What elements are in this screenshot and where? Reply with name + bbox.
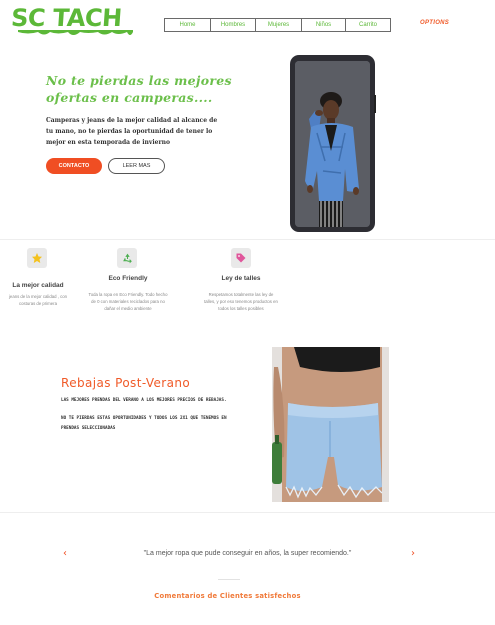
promo-title: Rebajas Post-Verano xyxy=(61,376,191,390)
testimonial-prev-arrow[interactable]: ‹ xyxy=(63,548,67,559)
hero-title-line-2: ofertas en camperas.... xyxy=(46,90,213,105)
promo-text-line-2: NO TE PIERDAS ESTAS OPORTUNIDADES Y TODO… xyxy=(61,416,227,431)
hero-title: No te pierdas las mejores ofertas en cam… xyxy=(46,72,246,106)
nav-item-home[interactable]: Home xyxy=(164,18,210,32)
main-nav: Home Hombres Mujeres Niños Carrito xyxy=(164,18,391,32)
nav-item-ninos[interactable]: Niños xyxy=(301,18,345,32)
feature-sizes xyxy=(231,248,251,268)
hero-title-line-1: No te pierdas las mejores xyxy=(46,73,232,88)
testimonial-next-arrow[interactable]: › xyxy=(411,548,415,559)
promo-text-line-1: LAS MEJORES PRENDAS DEL VERANO A LOS MEJ… xyxy=(61,398,227,403)
nav-item-mujeres[interactable]: Mujeres xyxy=(255,18,301,32)
nav-item-carrito[interactable]: Carrito xyxy=(345,18,391,32)
hero-description: Camperas y jeans de la mejor calidad al … xyxy=(46,117,218,146)
star-icon xyxy=(27,248,47,268)
feature-title-eco: Eco Friendly xyxy=(108,275,148,282)
testimonials-title: Comentarios de Clientes satisfechos xyxy=(154,592,301,600)
denim-jacket-model-illustration xyxy=(295,61,370,227)
hero-model-image xyxy=(295,61,370,227)
options-link[interactable]: OPTIONS xyxy=(420,20,449,26)
tag-icon xyxy=(231,248,251,268)
feature-text-sizes: Respetamos totalmente las ley de talles,… xyxy=(204,292,278,311)
read-more-button[interactable]: LEER MAS xyxy=(108,158,165,174)
logo-drip-decoration xyxy=(18,30,133,35)
denim-shorts-model-illustration xyxy=(272,347,389,502)
section-divider-2 xyxy=(0,512,495,513)
phone-mockup xyxy=(290,55,375,232)
feature-title-quality: La mejor calidad xyxy=(12,282,64,289)
nav-item-hombres[interactable]: Hombres xyxy=(210,18,255,32)
feature-text-eco: Toda la ropa en Eco Friendly. Todo hecho… xyxy=(88,292,168,311)
contact-button[interactable]: CONTACTO xyxy=(46,158,102,174)
feature-eco xyxy=(117,248,137,268)
promo-shorts-image xyxy=(272,347,389,502)
feature-title-sizes: Ley de talles xyxy=(221,275,261,282)
feature-text-quality: jeans de la mejor calidad , con costuras… xyxy=(8,294,68,306)
section-divider xyxy=(0,239,495,240)
quote-divider xyxy=(218,579,240,580)
testimonial-quote: "La mejor ropa que pude conseguir en año… xyxy=(143,550,352,557)
phone-side-button xyxy=(374,95,376,113)
feature-quality xyxy=(27,248,47,268)
recycle-icon xyxy=(117,248,137,268)
